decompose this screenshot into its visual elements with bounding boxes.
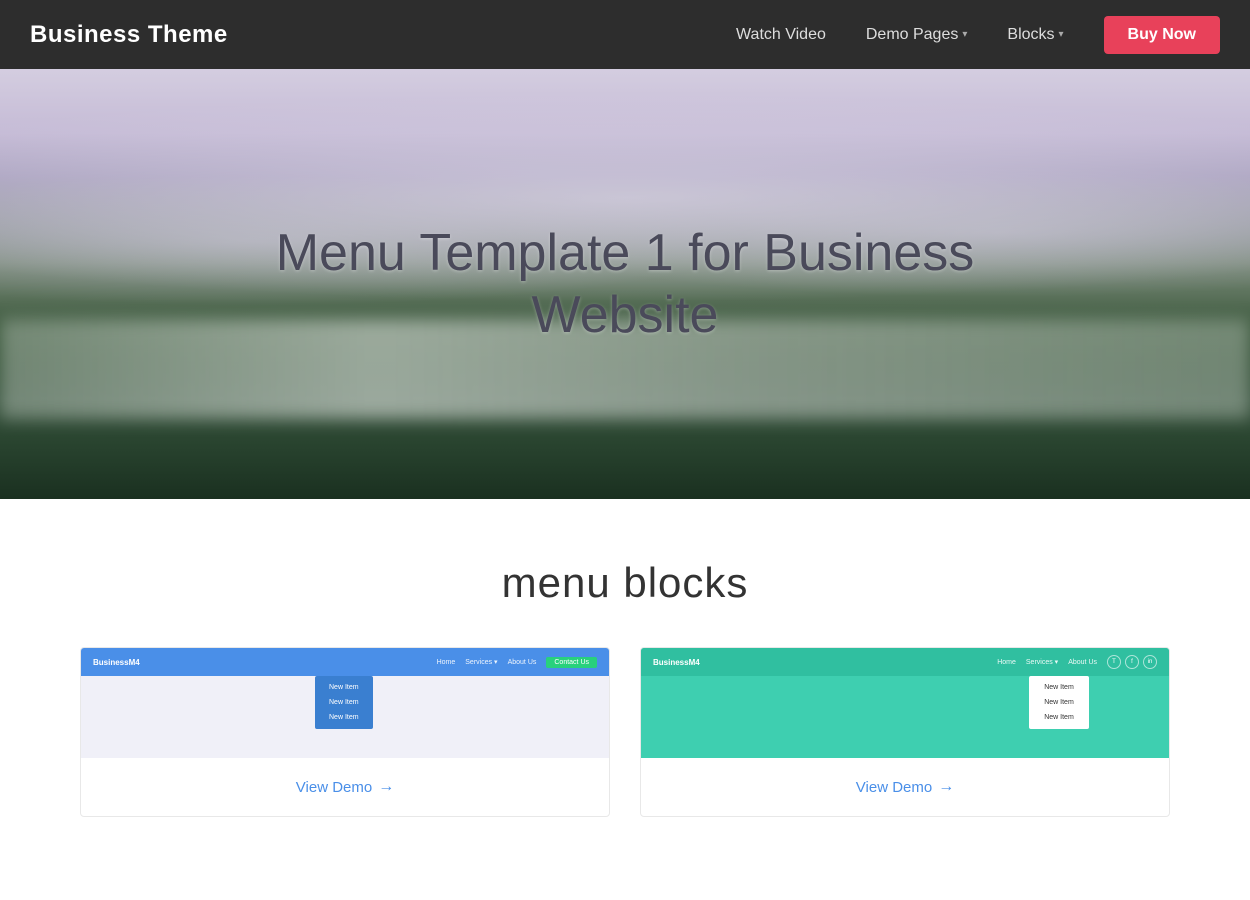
demo-pages-chevron-icon: ▾ <box>962 29 967 40</box>
hero-title: Menu Template 1 for Business Website <box>225 222 1025 347</box>
preview-link-home-1: Home <box>437 659 456 666</box>
view-demo-label-1: View Demo <box>296 779 372 796</box>
facebook-icon: f <box>1125 655 1139 669</box>
navbar: Business Theme Watch Video Demo Pages ▾ … <box>0 0 1250 69</box>
preview-navbar-1: BusinessM4 Home Services ▾ About Us Cont… <box>81 648 609 676</box>
preview-dropdown-item-1-1: New Item <box>315 680 373 695</box>
blocks-label: Blocks <box>1007 26 1054 44</box>
buy-now-button[interactable]: Buy Now <box>1104 16 1220 54</box>
preview-dropdown-item-2-3: New Item <box>1029 710 1089 725</box>
cards-grid: BusinessM4 Home Services ▾ About Us Cont… <box>80 647 1170 817</box>
preview-navbar-2: BusinessM4 Home Services ▾ About Us T f … <box>641 648 1169 676</box>
menu-card-2: BusinessM4 Home Services ▾ About Us T f … <box>640 647 1170 817</box>
blocks-dropdown[interactable]: Blocks ▾ <box>1007 26 1063 44</box>
preview-link-about-2: About Us <box>1068 659 1097 666</box>
preview-dropdown-item-2-2: New Item <box>1029 695 1089 710</box>
arrow-icon-1: → <box>378 778 394 796</box>
view-demo-link-1[interactable]: View Demo → <box>296 778 394 796</box>
twitter-icon: T <box>1107 655 1121 669</box>
preview-social-icons: T f in <box>1107 655 1157 669</box>
preview-link-home-2: Home <box>997 659 1016 666</box>
preview-link-about-1: About Us <box>508 659 537 666</box>
watch-video-link[interactable]: Watch Video <box>736 26 826 44</box>
preview-dropdown-item-1-2: New Item <box>315 695 373 710</box>
preview-dropdown-item-1-3: New Item <box>315 710 373 725</box>
brand-logo[interactable]: Business Theme <box>30 21 228 49</box>
preview-dropdown-1: New Item New Item New Item <box>315 676 373 729</box>
menu-blocks-section: menu blocks BusinessM4 Home Services ▾ A… <box>0 499 1250 857</box>
view-demo-link-2[interactable]: View Demo → <box>856 778 954 796</box>
preview-dropdown-item-2-1: New Item <box>1029 680 1089 695</box>
view-demo-label-2: View Demo <box>856 779 932 796</box>
demo-pages-label: Demo Pages <box>866 26 959 44</box>
nav-links: Watch Video Demo Pages ▾ Blocks ▾ Buy No… <box>736 16 1220 54</box>
arrow-icon-2: → <box>938 778 954 796</box>
preview-dropdown-2: New Item New Item New Item <box>1029 676 1089 729</box>
card-preview-1: BusinessM4 Home Services ▾ About Us Cont… <box>81 648 609 758</box>
preview-brand-1: BusinessM4 <box>93 658 140 667</box>
instagram-icon: in <box>1143 655 1157 669</box>
section-title: menu blocks <box>80 559 1170 607</box>
preview-contact-btn-1: Contact Us <box>546 657 597 668</box>
hero-section: Menu Template 1 for Business Website <box>0 69 1250 499</box>
preview-link-services-2: Services ▾ <box>1026 658 1058 666</box>
preview-brand-2: BusinessM4 <box>653 658 700 667</box>
card-preview-2: BusinessM4 Home Services ▾ About Us T f … <box>641 648 1169 758</box>
preview-links-2: Home Services ▾ About Us T f in <box>997 655 1157 669</box>
menu-card-1: BusinessM4 Home Services ▾ About Us Cont… <box>80 647 610 817</box>
preview-link-services-1: Services ▾ <box>465 658 497 666</box>
demo-pages-dropdown[interactable]: Demo Pages ▾ <box>866 26 968 44</box>
card-footer-1: View Demo → <box>81 758 609 816</box>
blocks-chevron-icon: ▾ <box>1059 29 1064 40</box>
preview-links-1: Home Services ▾ About Us Contact Us <box>437 657 597 668</box>
card-footer-2: View Demo → <box>641 758 1169 816</box>
